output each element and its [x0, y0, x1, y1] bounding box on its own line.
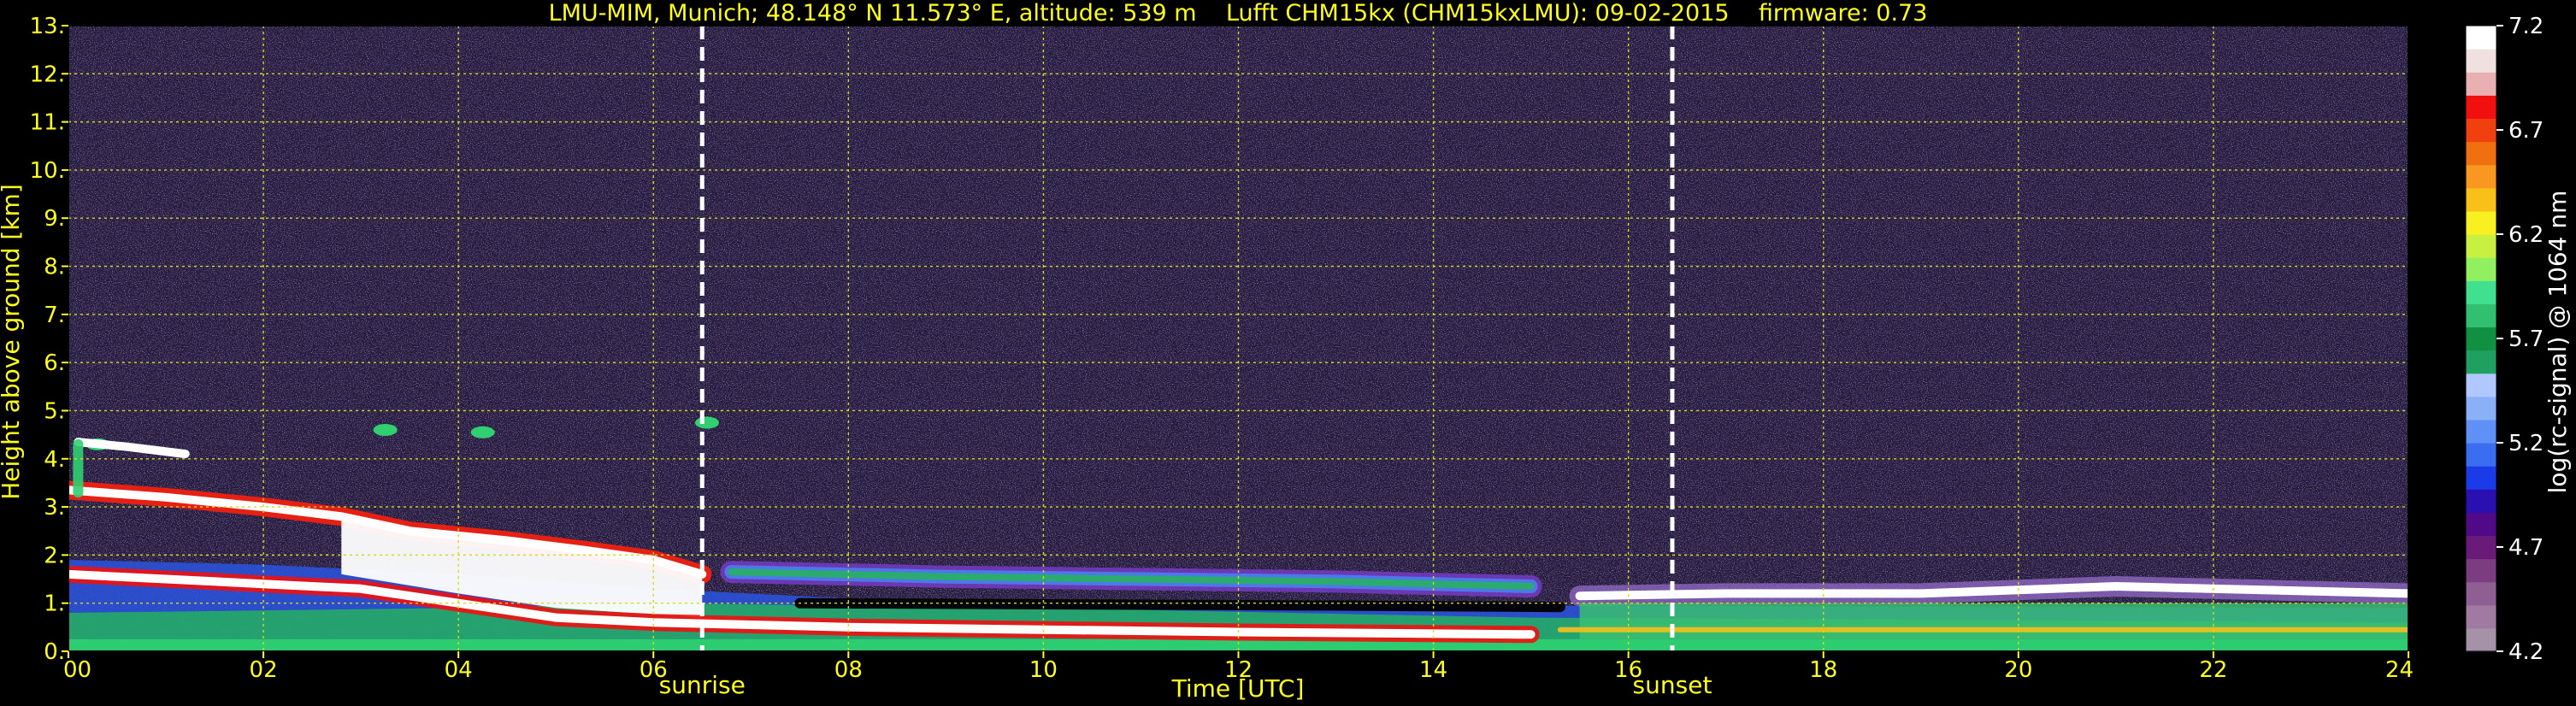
colorbar-tick-label: 5.7 — [2508, 327, 2544, 352]
colorbar: 4.2 4.7 5.2 5.7 6.2 6.7 7.2 — [2465, 14, 2544, 665]
colorbar-swatch — [2466, 141, 2496, 166]
y-tick-label: 7. — [44, 303, 65, 328]
colorbar-tick-label: 4.2 — [2508, 639, 2544, 665]
colorbar-swatch — [2466, 604, 2496, 629]
colorbar-swatch — [2466, 396, 2496, 421]
colorbar-swatch — [2466, 72, 2496, 96]
colorbar-swatch — [2466, 512, 2496, 537]
x-tick-label: 08 — [834, 657, 863, 683]
sunrise-label: sunrise — [659, 671, 746, 699]
x-tick-label: 04 — [445, 657, 473, 683]
colorbar-swatch — [2466, 257, 2496, 281]
cloud-cell — [470, 426, 495, 438]
y-axis-ticks: 0. 1. 2. 3. 4. 5. 6. 7. 8. 9. 10. 11. 12. 13. — [30, 14, 68, 665]
colorbar-swatch — [2466, 49, 2496, 73]
x-tick-label: 18 — [1809, 657, 1837, 683]
y-tick-label: 5. — [44, 398, 65, 424]
colorbar-swatch — [2466, 558, 2496, 583]
colorbar-tick-label: 6.2 — [2508, 222, 2544, 248]
colorbar-swatch — [2466, 26, 2496, 50]
colorbar-swatch — [2466, 164, 2496, 189]
y-axis-label: Height above ground [km] — [0, 184, 25, 500]
colorbar-swatch — [2466, 581, 2496, 606]
colorbar-swatch — [2466, 489, 2496, 513]
cloud-cell — [373, 423, 398, 436]
colorbar-swatch — [2466, 280, 2496, 304]
x-axis-label: Time [UTC] — [1171, 674, 1305, 703]
chart-title: LMU-MIM, Munich; 48.148° N 11.573° E, al… — [549, 0, 1928, 26]
x-tick-label: 24 — [2385, 657, 2414, 683]
x-tick-label: 14 — [1419, 657, 1447, 683]
colorbar-swatch — [2466, 443, 2496, 467]
y-tick-label: 13. — [30, 14, 65, 39]
colorbar-swatch — [2466, 419, 2496, 444]
x-tick-label: 20 — [2004, 657, 2032, 683]
afternoon-mixed-layer — [1579, 603, 2408, 639]
colorbar-swatch — [2466, 535, 2496, 560]
colorbar-swatch — [2466, 327, 2496, 351]
y-tick-label: 2. — [44, 543, 65, 568]
colorbar-swatch — [2466, 95, 2496, 120]
y-tick-label: 1. — [44, 591, 65, 617]
colorbar-swatch — [2466, 118, 2496, 143]
colorbar-label: log(rc-signal) @ 1064 nm — [2544, 191, 2572, 494]
colorbar-swatch — [2466, 303, 2496, 328]
y-tick-label: 12. — [30, 62, 65, 87]
colorbar-tick-label: 7.2 — [2508, 14, 2544, 39]
colorbar-swatch — [2466, 373, 2496, 397]
colorbar-tick-label: 6.7 — [2508, 118, 2544, 144]
sunset-label: sunset — [1633, 671, 1712, 699]
colorbar-swatch — [2466, 187, 2496, 212]
x-tick-label: 00 — [63, 657, 91, 683]
colorbar-swatch — [2466, 627, 2496, 652]
ceilometer-chart: LMU-MIM, Munich; 48.148° N 11.573° E, al… — [0, 0, 2572, 703]
y-tick-label: 11. — [30, 110, 65, 136]
colorbar-swatch — [2466, 210, 2496, 235]
y-tick-label: 9. — [44, 206, 65, 232]
colorbar-swatch — [2466, 466, 2496, 490]
colorbar-swatch — [2466, 234, 2496, 258]
colorbar-tick-label: 4.7 — [2508, 535, 2544, 561]
x-tick-label: 10 — [1029, 657, 1058, 683]
colorbar-tick-label: 5.2 — [2508, 431, 2544, 456]
y-tick-label: 4. — [44, 447, 65, 473]
y-tick-label: 6. — [44, 350, 65, 376]
cloud-cell — [694, 416, 719, 429]
x-tick-label: 02 — [250, 657, 278, 683]
x-tick-label: 22 — [2199, 657, 2227, 683]
colorbar-swatch — [2466, 350, 2496, 374]
y-tick-label: 10. — [30, 158, 65, 184]
y-tick-label: 0. — [44, 639, 65, 665]
y-tick-label: 8. — [44, 255, 65, 280]
y-tick-label: 3. — [44, 495, 65, 521]
